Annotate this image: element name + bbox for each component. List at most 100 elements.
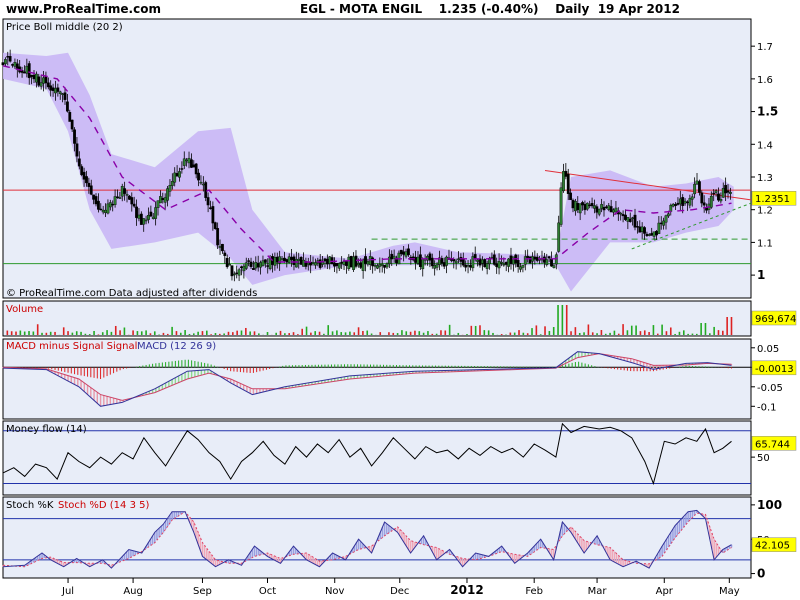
price-tick-label: 1.4 — [757, 140, 773, 151]
volume-bar — [327, 325, 330, 335]
volume-bar — [258, 333, 260, 335]
macd-tick-label: 0.05 — [757, 344, 779, 355]
volume-bar — [652, 325, 655, 335]
candle-body — [23, 71, 26, 74]
candle-body — [476, 259, 480, 262]
candle-body — [178, 171, 181, 178]
volume-bar — [448, 324, 451, 335]
candle-body — [650, 233, 654, 236]
volume-bar — [279, 330, 282, 335]
candle-body — [659, 222, 663, 225]
candle-body — [263, 259, 267, 263]
candle-body — [523, 256, 527, 265]
candle-body — [485, 263, 489, 269]
volume-bar — [62, 327, 65, 335]
candle-body — [132, 203, 136, 207]
candle-body — [600, 204, 604, 209]
candle-body — [652, 231, 656, 237]
volume-bar — [474, 325, 477, 335]
candle-body — [457, 258, 460, 260]
volume-bar — [166, 333, 169, 335]
candle-body — [192, 164, 196, 168]
candle-body — [163, 197, 167, 203]
candle-body — [504, 261, 508, 265]
volume-bar — [587, 324, 590, 335]
volume-bar — [184, 330, 186, 335]
candle-body — [342, 261, 346, 265]
candle-body — [676, 202, 680, 205]
candle-body — [237, 269, 241, 276]
candle-body — [128, 195, 131, 200]
volume-bar — [97, 334, 100, 335]
volume-bar — [84, 333, 87, 335]
volume-bar — [75, 331, 78, 335]
volume-bar — [704, 323, 707, 335]
candle-body — [56, 87, 60, 92]
volume-bar — [36, 324, 39, 335]
volume-bar — [362, 330, 364, 335]
candle-body — [573, 201, 577, 212]
candle-body — [39, 82, 43, 87]
volume-bar — [422, 332, 425, 335]
candle-body — [500, 261, 503, 264]
candle-body — [664, 215, 668, 223]
volume-bar — [622, 324, 624, 335]
candle-body — [619, 212, 623, 215]
candle-body — [337, 263, 341, 269]
candle-body — [104, 209, 107, 213]
volume-bar — [583, 332, 585, 335]
volume-bar — [691, 333, 694, 335]
volume-bar — [401, 330, 403, 335]
volume-bar — [717, 330, 720, 335]
x-tick-label: Dec — [390, 586, 409, 597]
candle-body — [314, 262, 317, 266]
candle-body — [211, 206, 215, 224]
volume-bar — [713, 326, 715, 335]
candle-body — [669, 205, 673, 212]
x-tick-label: Apr — [656, 586, 674, 597]
volume-bar — [405, 331, 408, 335]
candle-body — [492, 254, 496, 265]
volume-bar — [266, 332, 269, 335]
candle-body — [526, 255, 530, 258]
candle-body — [111, 203, 115, 206]
volume-bar — [162, 332, 165, 335]
candle-body — [65, 101, 69, 112]
candle-body — [96, 200, 100, 210]
volume-bar — [726, 317, 728, 335]
volume-bar — [253, 331, 256, 335]
candle-body — [325, 258, 329, 265]
candle-body — [356, 263, 360, 266]
candle-body — [702, 202, 706, 206]
volume-bar — [635, 325, 637, 335]
candle-body — [221, 243, 224, 252]
candle-body — [428, 253, 432, 261]
candle-body — [464, 264, 468, 268]
candle-body — [13, 62, 17, 67]
candle-body — [638, 226, 642, 233]
candle-body — [564, 170, 568, 177]
stoch-last-value: 42.105 — [755, 541, 790, 552]
candle-body — [509, 255, 513, 264]
volume-bar — [539, 334, 542, 335]
candle-body — [657, 222, 661, 234]
volume-bar — [192, 333, 195, 335]
candle-body — [542, 256, 546, 263]
candle-body — [292, 256, 296, 265]
volume-bar — [409, 331, 412, 335]
volume-bar — [232, 332, 234, 335]
candle-body — [454, 260, 458, 264]
volume-bar — [444, 330, 447, 335]
candle-body — [347, 256, 351, 269]
candle-body — [430, 257, 434, 267]
volume-bar — [336, 330, 338, 335]
candle-body — [461, 259, 465, 266]
candle-body — [185, 159, 189, 162]
candle-body — [209, 207, 212, 209]
volume-bar — [557, 305, 559, 335]
volume-bar — [32, 331, 35, 335]
volume-bar — [227, 331, 230, 335]
volume-bar — [526, 333, 529, 335]
candle-body — [690, 196, 694, 200]
candle-body — [108, 202, 112, 208]
